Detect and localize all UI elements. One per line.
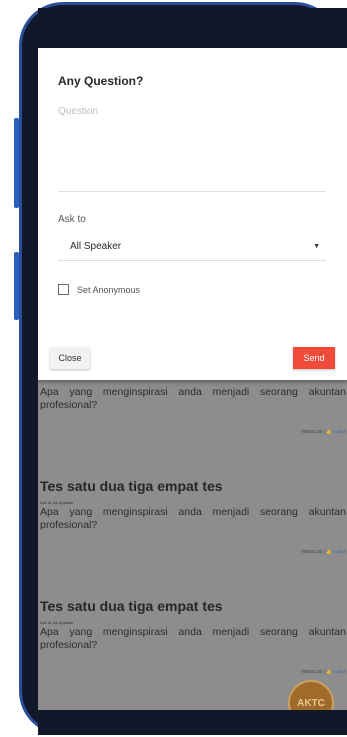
anonymous-label: Set Anonymous xyxy=(77,284,141,295)
question-ask-to: Ask to: All Speaker xyxy=(40,620,74,625)
question-meta: ◷06:51:20 | 👍1 Likes xyxy=(300,429,346,434)
question-input[interactable] xyxy=(58,106,326,192)
question-text: Apa yang menginspirasi anda menjadi seor… xyxy=(40,506,346,531)
send-button[interactable]: Send xyxy=(293,347,335,369)
question-meta: ◷06:51:43 | 👍1 Likes xyxy=(300,669,346,674)
question-text: Apa yang menginspirasi anda menjadi seor… xyxy=(40,626,346,651)
close-button[interactable]: Close xyxy=(50,347,90,369)
question-dialog: Any Question? Ask to All Speaker ▼ Set A… xyxy=(38,48,347,380)
question-meta: ◷06:51:42 | 👍1 Likes xyxy=(300,549,346,554)
question-time: 06:51:43 xyxy=(304,669,323,674)
question-text: Apa yang menginspirasi anda menjadi seor… xyxy=(40,386,346,411)
ask-to-value: All Speaker xyxy=(70,240,122,252)
ask-to-underline xyxy=(58,260,326,261)
ask-to-dropdown[interactable]: All Speaker ▼ xyxy=(58,234,326,258)
ask-to-label: Ask to xyxy=(58,214,86,225)
caret-down-icon: ▼ xyxy=(313,242,320,250)
volume-button xyxy=(14,118,19,208)
question-title: Tes satu dua tiga empat tes xyxy=(40,478,223,494)
question-time: 06:51:42 xyxy=(304,549,323,554)
like-count[interactable]: 1 Likes xyxy=(332,669,346,674)
bottom-bezel xyxy=(38,710,347,735)
question-ask-to: Ask to: All Speaker xyxy=(40,500,74,505)
like-count[interactable]: 1 Likes xyxy=(332,549,346,554)
anonymous-option[interactable]: Set Anonymous xyxy=(58,284,140,295)
screen: Apa yang menginspirasi anda menjadi seor… xyxy=(38,48,347,710)
bixby-button xyxy=(14,252,19,320)
floating-action-button[interactable]: AKTC xyxy=(288,680,334,710)
anonymous-checkbox[interactable] xyxy=(58,284,69,295)
dialog-title: Any Question? xyxy=(58,74,144,88)
question-input-underline xyxy=(58,191,326,192)
top-bezel xyxy=(38,8,347,48)
like-count[interactable]: 1 Likes xyxy=(332,429,346,434)
question-title: Tes satu dua tiga empat tes xyxy=(40,598,223,614)
question-time: 06:51:20 xyxy=(304,429,323,434)
